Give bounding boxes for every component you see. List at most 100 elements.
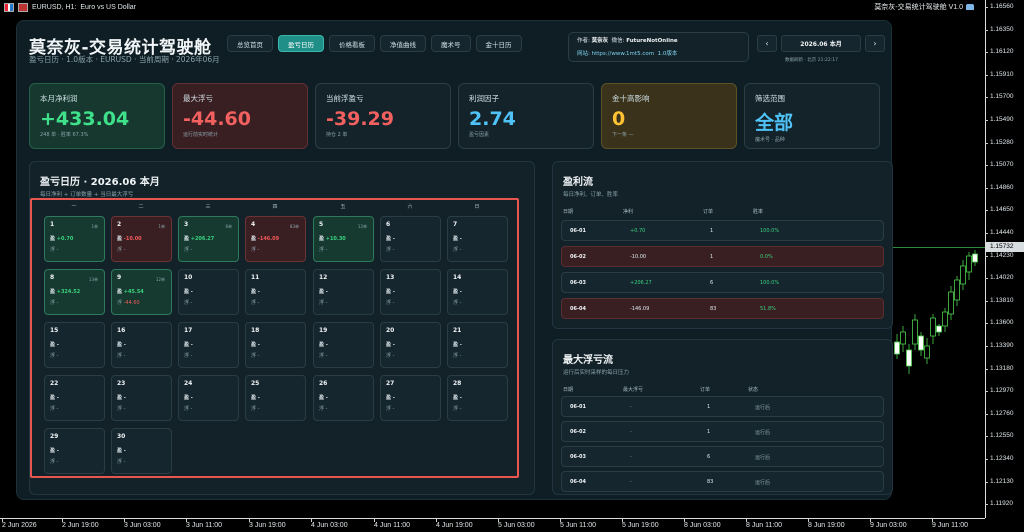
time-tick: 8 Jun 19:00	[808, 519, 845, 529]
current-month-label: 2026.06 本月	[781, 35, 861, 52]
price-tick: 1.14440	[985, 229, 1014, 236]
cell-profit: -146.09	[630, 306, 650, 312]
price-tick: 1.13600	[985, 319, 1014, 327]
cell-orders: 1	[707, 404, 711, 410]
kpi-sub: 248 单 · 胜率 67.3%	[40, 132, 89, 138]
cell-profit: -10.00	[630, 254, 647, 260]
cell-date: 06-01	[570, 404, 586, 410]
cell-orders: 83	[710, 306, 717, 312]
cell-date: 06-03	[570, 280, 586, 286]
kpi-card: 本月净利润 +433.04 248 单 · 胜率 67.3%	[29, 83, 165, 149]
page-subtitle: 盈亏日历 · 1.0版本 · EURUSD · 当前周期 · 2026年06月	[29, 55, 220, 64]
cell-date: 06-04	[570, 479, 586, 485]
tab-1[interactable]: 总览首页	[227, 35, 273, 52]
table-row[interactable]: 06-04 - 83 运行后	[561, 471, 884, 492]
table-header: 订单	[700, 387, 711, 393]
time-tick: 9 Jun 11:00	[932, 519, 969, 529]
candle-body	[906, 349, 912, 367]
price-tick: 1.11920	[984, 500, 1014, 508]
float-flow-panel: 最大浮亏流 运行后实时采样的每日压力 日期 最大浮亏 订单 状态 06-01-1 运行后 0…	[552, 339, 893, 495]
table-header: 日期	[563, 387, 574, 393]
time-tick: 5 Jun 03:00	[498, 519, 535, 529]
kpi-sub: 持仓 2 单	[326, 132, 348, 138]
kpi-sub: 下一条 —	[612, 132, 634, 138]
time-tick: 4 Jun 19:00	[436, 519, 473, 529]
candle-body	[900, 331, 906, 345]
time-tick: 5 Jun 19:00	[622, 519, 659, 529]
ea-name-label[interactable]: 莫奈灰-交易统计驾驶舱 V1.0	[874, 2, 974, 12]
website-line[interactable]: 网站: https://www.1mt5.com 1.0版本	[577, 49, 740, 57]
table-row[interactable]: 06-02 -10.00 1 0.0%	[561, 246, 884, 267]
table-row[interactable]: 06-03 +206.27 6 100.0%	[561, 272, 884, 293]
cell-status: 运行后	[755, 480, 771, 486]
time-tick: 4 Jun 11:00	[374, 519, 411, 529]
terminal-title-bar: EURUSD, H1: Euro vs US Dollar 莫奈灰-交易统计驾驶…	[0, 0, 1024, 14]
cell-profit: +206.27	[630, 280, 652, 286]
candle-body	[930, 317, 936, 337]
table-header: 状态	[748, 387, 759, 393]
calendar-title: 盈亏日历 · 2026.06 本月	[40, 177, 160, 188]
refresh-time: 数据刷新 · 北京 21:22:17	[785, 58, 838, 63]
profit-flow-subtitle: 每日净利、订单、胜率	[563, 192, 619, 198]
price-tick: 1.14020	[985, 274, 1014, 282]
kpi-value: -44.60	[183, 108, 251, 130]
cell-profit: +0.70	[630, 228, 646, 234]
cell-loss: -	[630, 454, 632, 460]
kpi-card: 最大浮亏 -44.60 运行前实时统计	[172, 83, 308, 149]
profit-flow-panel: 盈利流 每日净利、订单、胜率 日期 净利 订单 胜率 06-01 +0.70 1 100.0%…	[552, 161, 893, 329]
candlestick-chart[interactable]	[893, 14, 985, 518]
kpi-value: -39.29	[326, 108, 394, 130]
price-tick: 1.15490	[985, 116, 1014, 123]
month-navigator: ‹ 2026.06 本月 ›	[757, 35, 885, 52]
chart-icon	[18, 2, 28, 12]
candle-body	[912, 319, 918, 345]
time-tick: 2 Jun 2026	[2, 519, 37, 529]
cell-date: 06-02	[570, 254, 586, 260]
cell-rate: 100.0%	[760, 228, 780, 234]
profit-flow-title: 盈利流	[563, 177, 593, 188]
price-axis[interactable]: 1.15732 1.16560 1.16350 1.16120 1.15910 1.15…	[984, 0, 1024, 518]
table-row[interactable]: 06-03 - 6 运行后	[561, 446, 884, 467]
price-tick: 1.15070	[985, 161, 1014, 169]
cell-status: 运行后	[755, 455, 771, 461]
prev-month-button[interactable]: ‹	[757, 35, 777, 52]
kpi-card: 利润因子 2.74 盈亏因素	[458, 83, 594, 149]
price-tick: 1.15700	[985, 93, 1014, 101]
tab-5[interactable]: 魔术号	[431, 35, 471, 52]
candle-body	[924, 345, 930, 359]
time-tick: 2 Jun 19:00	[62, 519, 99, 529]
cell-date: 06-04	[570, 306, 586, 312]
price-tick: 1.12970	[985, 387, 1014, 395]
calendar-subtitle: 每日净利 + 订单数量 + 当日最大浮亏	[40, 192, 134, 198]
tab-3[interactable]: 价格看板	[329, 35, 375, 52]
table-row[interactable]: 06-01 +0.70 1 100.0%	[561, 220, 884, 241]
candle-body	[966, 255, 972, 273]
next-month-button[interactable]: ›	[865, 35, 885, 52]
price-tick: 1.12130	[985, 477, 1014, 485]
tab-4[interactable]: 净值曲线	[380, 35, 426, 52]
kpi-label: 最大浮亏	[183, 94, 213, 103]
price-tick: 1.16350	[985, 25, 1014, 33]
price-tick: 1.14860	[985, 183, 1014, 191]
time-axis[interactable]: 2 Jun 2026 2 Jun 19:00 3 Jun 03:00 3 Jun 11…	[0, 518, 985, 532]
tab-bar: 总览首页 盈亏日历 价格看板 净值曲线 魔术号 金十日历	[227, 35, 522, 52]
candle-body	[954, 279, 960, 301]
tab-6[interactable]: 金十日历	[475, 35, 522, 52]
table-row[interactable]: 06-01 - 1 运行后	[561, 396, 884, 417]
cell-orders: 83	[707, 479, 714, 485]
price-tick: 1.16120	[985, 48, 1014, 56]
table-row[interactable]: 06-04 -146.09 83 51.8%	[561, 298, 884, 319]
table-header: 胜率	[753, 209, 764, 215]
flag-icon	[4, 2, 14, 12]
cell-orders: 6	[710, 280, 714, 286]
price-tick: 1.16560	[985, 3, 1014, 10]
table-header: 最大浮亏	[623, 387, 644, 393]
candle-body	[948, 291, 954, 315]
table-row[interactable]: 06-02 - 1 运行后	[561, 421, 884, 442]
cell-orders: 1	[707, 429, 711, 435]
price-tick: 1.12340	[985, 455, 1014, 462]
tab-2[interactable]: 盈亏日历	[278, 35, 324, 52]
kpi-label: 金十高影响	[612, 94, 650, 103]
price-tick: 1.15910	[985, 70, 1014, 78]
candle-body	[936, 325, 942, 333]
